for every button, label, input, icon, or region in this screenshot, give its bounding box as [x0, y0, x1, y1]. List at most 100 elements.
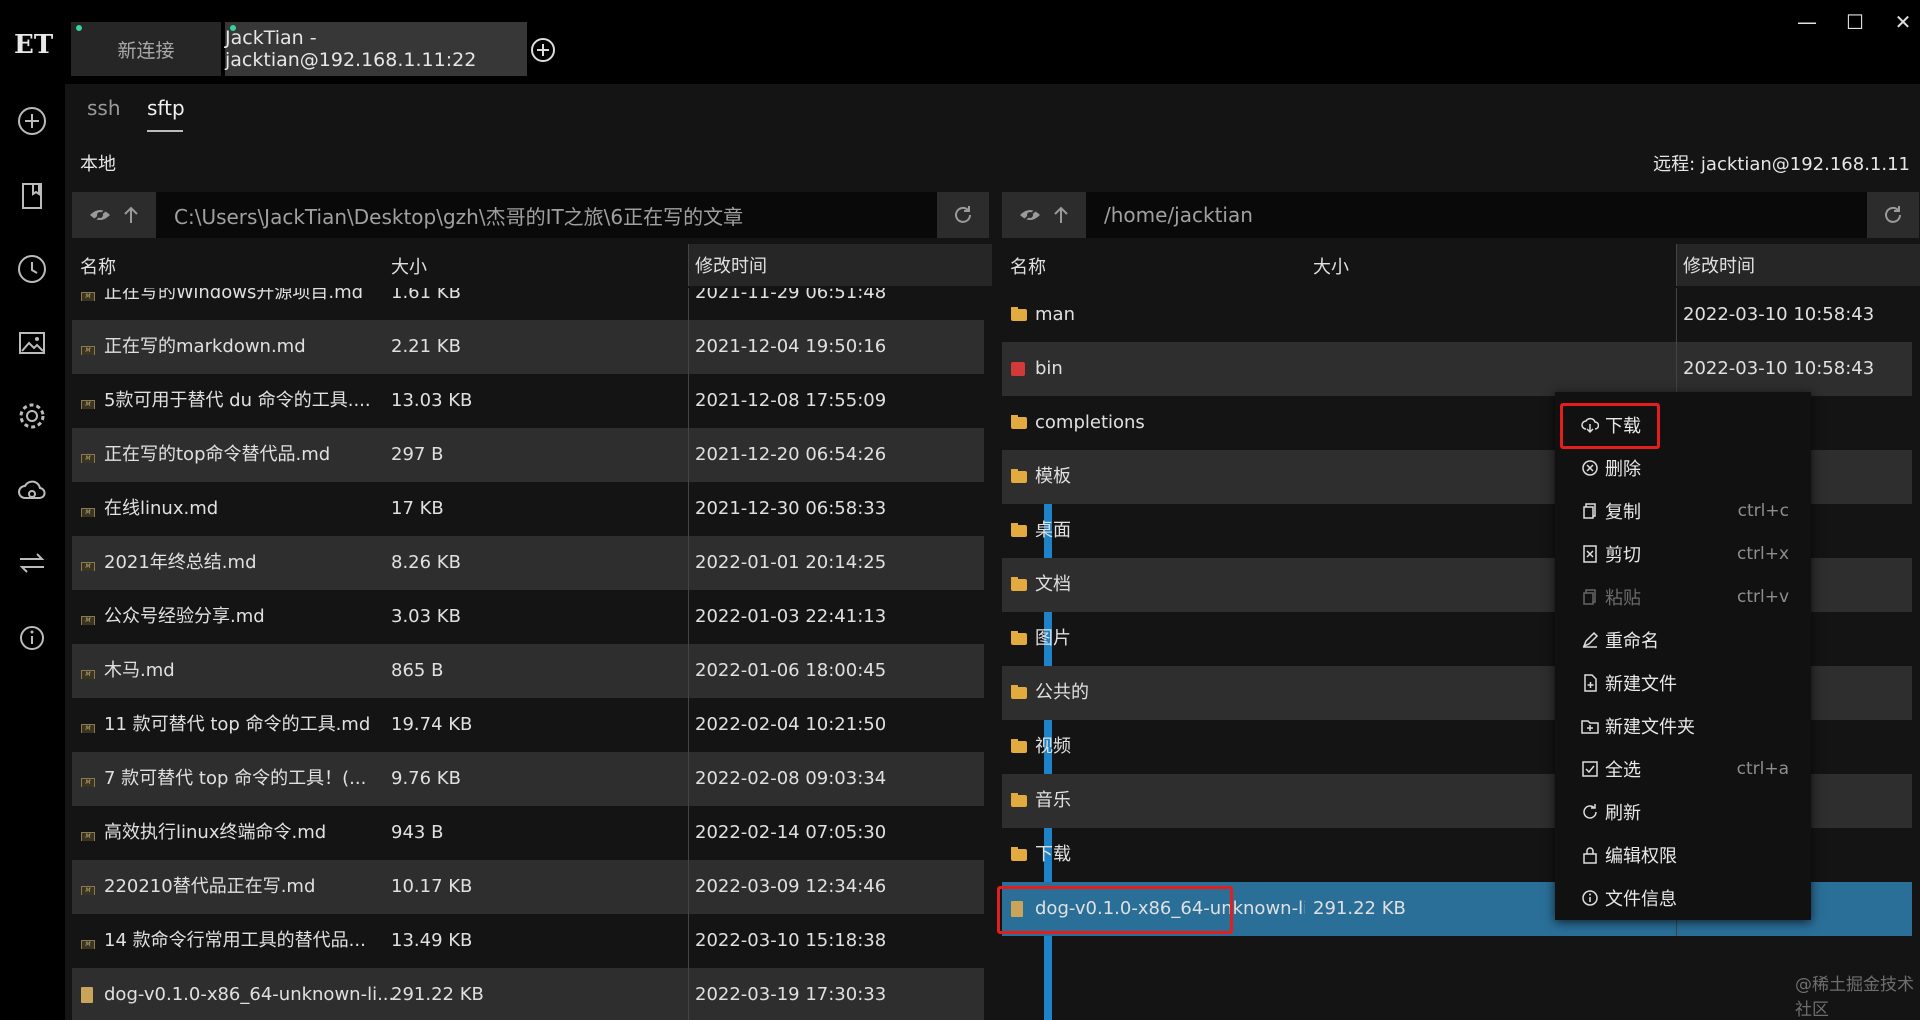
column-time[interactable]: 修改时间	[688, 244, 992, 286]
file-size: 865 B	[391, 660, 444, 681]
lock-icon	[1581, 846, 1599, 864]
local-path-input[interactable]: C:\Users\JackTian\Desktop\gzh\杰哥的IT之旅\6正…	[156, 192, 937, 238]
file-size: 3.03 KB	[391, 606, 461, 627]
status-dot	[76, 25, 82, 31]
menu-item-rename[interactable]: 重命名	[1555, 618, 1811, 661]
tab-session[interactable]: JackTian - jacktian@192.168.1.11:22	[225, 22, 527, 76]
binary-icon	[1011, 361, 1027, 377]
file-name: man	[1035, 304, 1075, 325]
delete-icon	[1581, 459, 1599, 477]
gear-icon[interactable]	[16, 400, 48, 432]
file-time: 2022-03-19 17:30:33	[695, 984, 887, 1005]
table-row[interactable]: bin 2022-03-10 10:58:43	[1002, 342, 1912, 396]
menu-item-paste: 粘贴 ctrl+v	[1555, 575, 1811, 618]
file-name: 在线linux.md	[104, 498, 219, 519]
local-label: 本地	[80, 154, 116, 175]
markdown-file-icon: M	[81, 393, 97, 409]
info-icon[interactable]	[16, 622, 48, 654]
add-tab-icon[interactable]	[529, 36, 557, 64]
column-divider	[688, 536, 689, 590]
menu-item-refresh[interactable]: 刷新	[1555, 790, 1811, 833]
menu-item-new-folder[interactable]: 新建文件夹	[1555, 704, 1811, 747]
maximize-button[interactable]: ☐	[1831, 0, 1879, 44]
file-size: 13.49 KB	[391, 930, 473, 951]
menu-item-copy[interactable]: 复制 ctrl+c	[1555, 489, 1811, 532]
menu-item-shortcut: ctrl+a	[1736, 758, 1789, 779]
hide-icon[interactable]	[89, 206, 111, 224]
column-name[interactable]: 名称	[80, 253, 116, 279]
table-row[interactable]: man 2022-03-10 10:58:43	[1002, 288, 1912, 342]
local-path-bar: C:\Users\JackTian\Desktop\gzh\杰哥的IT之旅\6正…	[72, 192, 989, 238]
table-row[interactable]: M 2021年终总结.md 8.26 KB 2022-01-01 20:14:25	[72, 536, 984, 590]
bookmark-icon[interactable]	[16, 180, 48, 212]
markdown-file-icon: M	[81, 879, 97, 895]
table-row[interactable]: M 7 款可替代 top 命令的工具！(... 9.76 KB 2022-02-08 …	[72, 752, 984, 806]
table-row[interactable]: M 正在写的top命令替代品.md 297 B 2021-12-20 06:54:26	[72, 428, 984, 482]
status-dot	[230, 25, 236, 31]
table-row[interactable]: M 11 款可替代 top 命令的工具.md 19.74 KB 2022-02-04 …	[72, 698, 984, 752]
menu-item-label: 复制	[1605, 501, 1641, 523]
file-name: bin	[1035, 358, 1063, 379]
file-name: dog-v0.1.0-x86_64-unknown-li...	[104, 984, 394, 1005]
select-all-icon	[1581, 760, 1599, 778]
up-arrow-icon[interactable]	[1053, 206, 1069, 224]
table-row[interactable]: M 在线linux.md 17 KB 2021-12-30 06:58:33	[72, 482, 984, 536]
tab-sftp[interactable]: sftp	[147, 96, 185, 120]
table-row[interactable]: M 高效执行linux终端命令.md 943 B 2022-02-14 07:05:3…	[72, 806, 984, 860]
close-button[interactable]: ✕	[1879, 0, 1920, 44]
table-row[interactable]: M 正在写的markdown.md 2.21 KB 2021-12-04 19:50:…	[72, 320, 984, 374]
image-icon[interactable]	[16, 327, 48, 359]
menu-item-cloud-download[interactable]: 下载	[1555, 403, 1811, 446]
add-connection-icon[interactable]	[16, 105, 48, 137]
menu-item-select-all[interactable]: 全选 ctrl+a	[1555, 747, 1811, 790]
markdown-file-icon: M	[81, 663, 97, 679]
column-divider	[688, 374, 689, 428]
menu-item-delete[interactable]: 删除	[1555, 446, 1811, 489]
archive-icon	[1011, 901, 1027, 917]
table-row[interactable]: M 5款可用于替代 du 命令的工具.... 13.03 KB 2021-12-08 …	[72, 374, 984, 428]
cloud-sync-icon[interactable]	[16, 474, 48, 506]
refresh-icon[interactable]	[937, 192, 989, 238]
hide-icon[interactable]	[1019, 206, 1041, 224]
table-row[interactable]: M 14 款命令行常用工具的替代品... 13.49 KB 2022-03-10 15…	[72, 914, 984, 968]
file-time: 2022-03-10 15:18:38	[695, 930, 887, 951]
column-size[interactable]: 大小	[1313, 253, 1349, 279]
file-name: 2021年终总结.md	[104, 552, 257, 573]
cloud-download-icon	[1581, 416, 1599, 434]
tab-ssh[interactable]: ssh	[87, 96, 121, 120]
file-name: 正在写的markdown.md	[104, 336, 306, 357]
minimize-button[interactable]: —	[1783, 0, 1831, 44]
menu-item-new-file[interactable]: 新建文件	[1555, 661, 1811, 704]
menu-item-cut[interactable]: 剪切 ctrl+x	[1555, 532, 1811, 575]
file-name: 5款可用于替代 du 命令的工具....	[104, 390, 371, 411]
column-time[interactable]: 修改时间	[1676, 244, 1920, 286]
file-size: 13.03 KB	[391, 390, 473, 411]
tab-new-connection[interactable]: 新连接	[71, 22, 221, 76]
menu-item-label: 粘贴	[1605, 587, 1641, 609]
up-arrow-icon[interactable]	[123, 206, 139, 224]
main-area: 新连接 JackTian - jacktian@192.168.1.11:22 …	[65, 0, 1920, 1020]
menu-item-info[interactable]: 文件信息	[1555, 876, 1811, 919]
table-row[interactable]: dog-v0.1.0-x86_64-unknown-li... 291.22 KB…	[72, 968, 984, 1020]
menu-item-label: 删除	[1605, 458, 1641, 480]
remote-path-input[interactable]: /home/jacktian	[1086, 192, 1867, 238]
file-name: 木马.md	[104, 660, 175, 681]
file-name: 下载	[1035, 844, 1071, 865]
table-row[interactable]: M 公众号经验分享.md 3.03 KB 2022-01-03 22:41:13	[72, 590, 984, 644]
column-name[interactable]: 名称	[1010, 253, 1046, 279]
menu-item-lock[interactable]: 编辑权限	[1555, 833, 1811, 876]
table-row[interactable]: M 木马.md 865 B 2022-01-06 18:00:45	[72, 644, 984, 698]
refresh-icon[interactable]	[1867, 192, 1919, 238]
transfer-icon[interactable]	[16, 547, 48, 579]
history-icon[interactable]	[16, 253, 48, 285]
table-row[interactable]: M 正在写的Windows开源项目.md 1.61 KB 2021-11-29 06:…	[72, 288, 984, 320]
file-time: 2022-03-09 12:34:46	[695, 876, 887, 897]
menu-item-shortcut: ctrl+c	[1737, 500, 1789, 521]
table-row[interactable]: M 220210替代品正在写.md 10.17 KB 2022-03-09 12:34…	[72, 860, 984, 914]
column-divider	[688, 968, 689, 1020]
folder-icon	[1011, 631, 1027, 647]
column-size[interactable]: 大小	[391, 253, 427, 279]
app-logo: ET	[14, 30, 54, 60]
column-divider	[688, 428, 689, 482]
column-divider	[688, 288, 689, 320]
